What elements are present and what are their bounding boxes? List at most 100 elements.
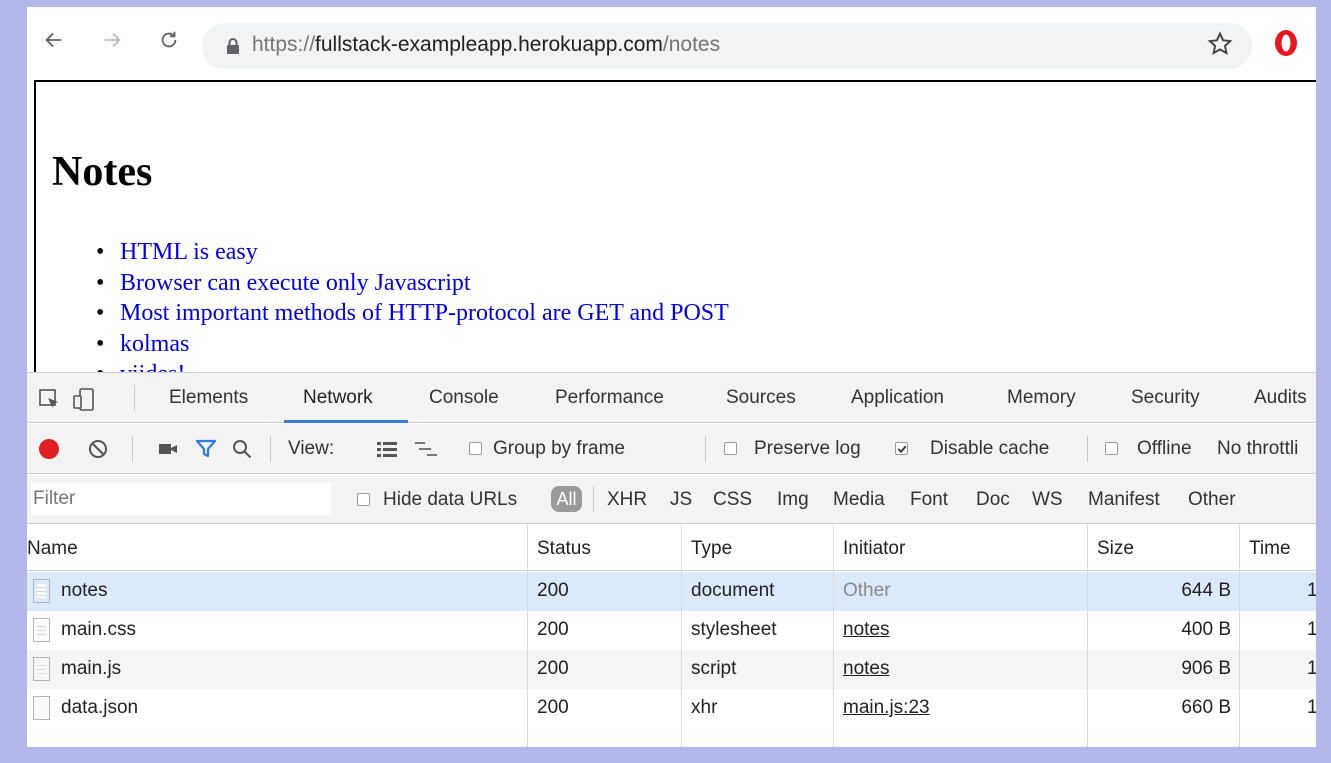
- column-divider[interactable]: [1087, 525, 1088, 747]
- tab-elements[interactable]: Elements: [169, 387, 248, 409]
- devtools-panel: Elements Network Console Performance Sou…: [27, 372, 1316, 747]
- forward-arrow-icon: [104, 32, 121, 48]
- page-viewport: Notes HTML is easy Browser can execute o…: [34, 80, 1316, 376]
- preserve-log-label: Preserve log: [754, 438, 861, 459]
- table-row[interactable]: notes 200 document Other 644 B 1: [27, 572, 1316, 611]
- column-header-type[interactable]: Type: [691, 538, 732, 560]
- cell-status: 200: [537, 619, 569, 640]
- cell-type: xhr: [691, 697, 718, 718]
- note-item: kolmas: [96, 329, 729, 360]
- toolbar-divider: [134, 385, 135, 411]
- filter-type-css[interactable]: CSS: [713, 489, 752, 511]
- forward-button[interactable]: [97, 25, 127, 55]
- column-divider[interactable]: [527, 525, 528, 747]
- script-file-icon: [33, 657, 50, 681]
- disable-cache-checkbox[interactable]: [895, 442, 908, 455]
- tab-console[interactable]: Console: [429, 387, 499, 409]
- filter-type-media[interactable]: Media: [833, 489, 885, 511]
- column-header-initiator[interactable]: Initiator: [843, 538, 905, 560]
- screenshot-camera-icon[interactable]: [157, 440, 179, 458]
- search-icon[interactable]: [231, 438, 253, 460]
- record-icon[interactable]: [37, 437, 61, 461]
- device-toolbar-icon[interactable]: [71, 387, 97, 413]
- filter-type-manifest[interactable]: Manifest: [1088, 489, 1160, 511]
- column-header-time[interactable]: Time: [1249, 538, 1291, 560]
- table-row[interactable]: main.css 200 stylesheet notes 400 B 1: [27, 611, 1316, 650]
- filter-input[interactable]: [31, 483, 331, 515]
- tab-performance[interactable]: Performance: [555, 387, 664, 409]
- group-by-frame-checkbox[interactable]: [469, 442, 482, 455]
- filter-type-js[interactable]: JS: [670, 489, 692, 511]
- cell-name: notes: [61, 580, 108, 601]
- column-divider[interactable]: [681, 525, 682, 747]
- network-filterbar: Hide data URLs All XHR JS CSS Img Media …: [27, 475, 1316, 524]
- url-host: fullstack-exampleapp.herokuapp.com: [315, 33, 663, 56]
- inspect-element-icon[interactable]: [37, 387, 63, 413]
- hide-data-urls-checkbox[interactable]: [357, 493, 370, 506]
- table-row[interactable]: data.json 200 xhr main.js:23 660 B 1: [27, 689, 1316, 728]
- notes-list: HTML is easy Browser can execute only Ja…: [96, 237, 729, 376]
- toolbar-divider: [132, 436, 133, 462]
- url-scheme: https://: [252, 33, 316, 56]
- note-item: HTML is easy: [96, 237, 729, 268]
- cell-type: script: [691, 658, 737, 679]
- bookmark-star-icon[interactable]: [1207, 31, 1233, 57]
- cell-initiator-link[interactable]: notes: [843, 658, 889, 680]
- table-row[interactable]: main.js 200 script notes 906 B 1: [27, 650, 1316, 689]
- filter-type-xhr[interactable]: XHR: [607, 489, 647, 511]
- toolbar-divider: [1087, 436, 1088, 462]
- cell-time: 1: [1307, 580, 1316, 601]
- cell-name: data.json: [61, 697, 139, 718]
- reload-icon: [161, 31, 177, 48]
- table-header: Name Status Type Initiator Size Time: [27, 525, 1316, 571]
- back-arrow-icon: [45, 32, 62, 48]
- note-item: Most important methods of HTTP-protocol …: [96, 298, 729, 329]
- filter-funnel-icon[interactable]: [195, 438, 217, 460]
- cell-status: 200: [537, 580, 569, 601]
- cell-type: stylesheet: [691, 619, 777, 640]
- large-rows-icon[interactable]: [375, 439, 399, 459]
- group-by-frame-label: Group by frame: [493, 438, 625, 459]
- cell-initiator-link[interactable]: main.js:23: [843, 697, 930, 719]
- cell-size: 644 B: [1181, 580, 1231, 601]
- cell-size: 660 B: [1181, 697, 1231, 718]
- browser-window: https://fullstack-exampleapp.herokuapp.c…: [27, 7, 1316, 747]
- tab-network[interactable]: Network: [303, 387, 373, 409]
- tab-security[interactable]: Security: [1131, 387, 1200, 409]
- throttling-select[interactable]: No throttli: [1217, 438, 1298, 460]
- cell-time: 1: [1307, 619, 1316, 640]
- tab-application[interactable]: Application: [851, 387, 944, 409]
- column-header-size[interactable]: Size: [1097, 538, 1134, 560]
- offline-checkbox[interactable]: [1105, 442, 1118, 455]
- filter-type-doc[interactable]: Doc: [976, 489, 1010, 511]
- column-divider[interactable]: [1239, 525, 1240, 747]
- clear-icon[interactable]: [87, 438, 109, 460]
- reload-button[interactable]: [154, 25, 184, 55]
- waterfall-overview-icon[interactable]: [413, 439, 439, 459]
- filter-type-other[interactable]: Other: [1188, 489, 1236, 511]
- back-button[interactable]: [39, 25, 69, 55]
- note-item: Browser can execute only Javascript: [96, 268, 729, 299]
- opera-icon[interactable]: [1272, 29, 1300, 57]
- column-divider[interactable]: [833, 525, 834, 747]
- url-text: https://fullstack-exampleapp.herokuapp.c…: [252, 33, 720, 57]
- browser-toolbar: https://fullstack-exampleapp.herokuapp.c…: [27, 7, 1316, 77]
- preserve-log-checkbox[interactable]: [724, 442, 737, 455]
- column-header-name[interactable]: Name: [27, 538, 78, 560]
- cell-name: main.css: [61, 619, 136, 640]
- filter-type-font[interactable]: Font: [910, 489, 948, 511]
- tab-sources[interactable]: Sources: [726, 387, 796, 409]
- view-label: View:: [288, 438, 335, 459]
- filter-type-img[interactable]: Img: [777, 489, 809, 511]
- tab-memory[interactable]: Memory: [1007, 387, 1076, 409]
- toolbar-divider: [705, 436, 706, 462]
- filter-type-all[interactable]: All: [551, 486, 582, 512]
- cell-initiator-link[interactable]: notes: [843, 619, 889, 641]
- column-header-status[interactable]: Status: [537, 538, 591, 560]
- address-bar[interactable]: https://fullstack-exampleapp.herokuapp.c…: [202, 23, 1252, 69]
- cell-status: 200: [537, 697, 569, 718]
- filter-type-ws[interactable]: WS: [1032, 489, 1063, 511]
- toolbar-divider: [270, 436, 271, 462]
- tab-audits[interactable]: Audits: [1254, 387, 1307, 409]
- cell-name: main.js: [61, 658, 122, 679]
